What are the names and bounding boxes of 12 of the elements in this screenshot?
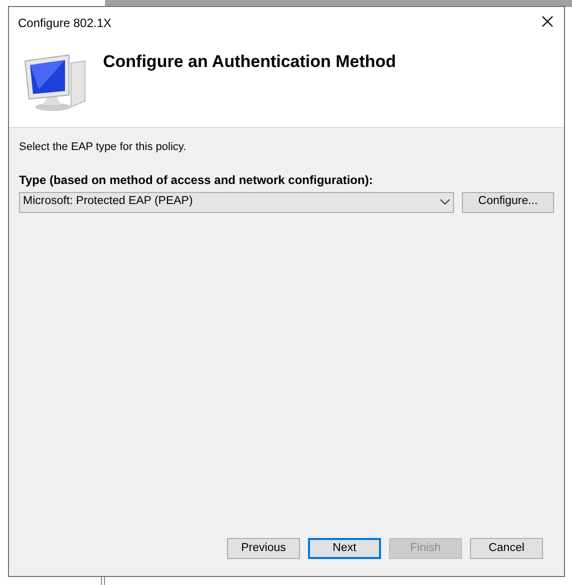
wizard-button[interactable]: Next <box>308 538 381 559</box>
chevron-down-icon <box>440 199 450 205</box>
type-label: Type (based on method of access and network configuration): <box>19 172 374 188</box>
close-icon[interactable] <box>542 16 553 27</box>
instruction-text: Select the EAP type for this policy. <box>19 140 188 155</box>
computer-monitor-icon <box>23 53 87 113</box>
window-title: Configure 802.1X <box>18 15 112 32</box>
wizard-button[interactable]: Previous <box>227 538 300 559</box>
eap-type-dropdown[interactable]: Microsoft: Protected EAP (PEAP) <box>19 192 454 212</box>
configure-button[interactable]: Configure... <box>462 192 554 212</box>
page-heading: Configure an Authentication Method <box>103 51 396 73</box>
wizard-button[interactable]: Cancel <box>470 538 543 559</box>
